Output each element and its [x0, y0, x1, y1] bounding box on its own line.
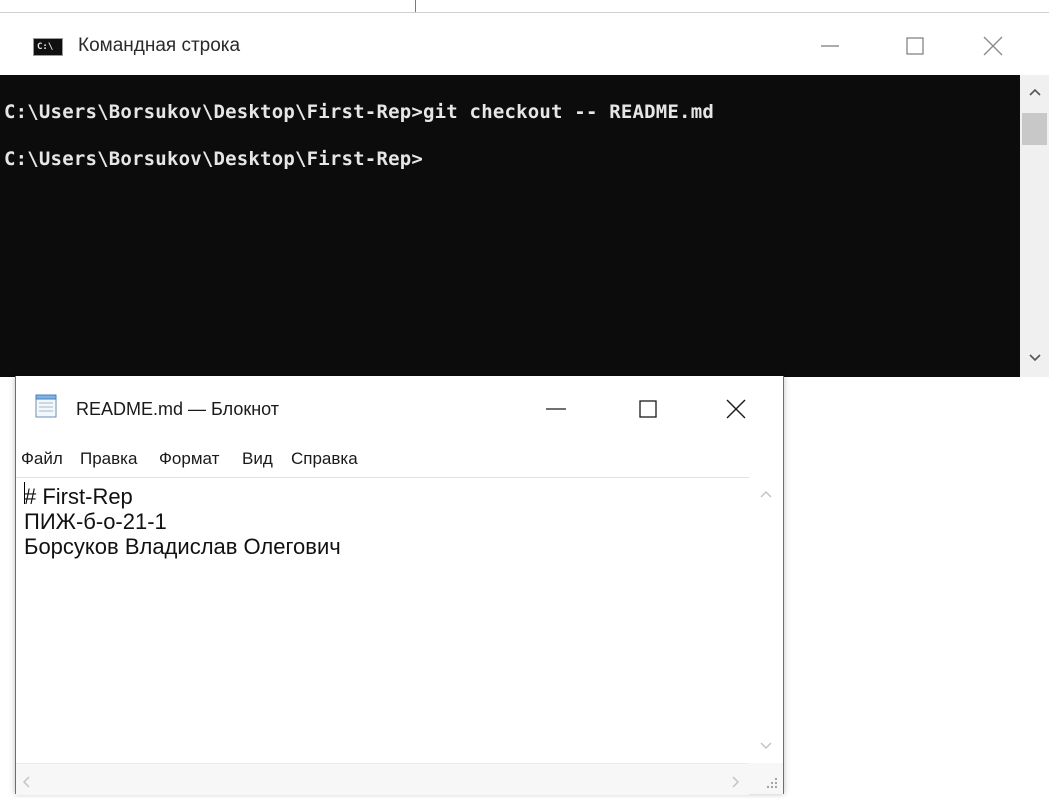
chevron-down-icon [1028, 354, 1041, 362]
chevron-down-icon [759, 742, 772, 750]
cmd-scroll-up-button[interactable] [1020, 81, 1049, 103]
chevron-left-icon [22, 776, 30, 788]
menu-file[interactable]: Файл [21, 448, 63, 470]
cmd-scroll-thumb[interactable] [1022, 113, 1047, 145]
notepad-resize-grip[interactable] [749, 763, 783, 794]
command-prompt-icon: C:\ [33, 38, 63, 56]
close-icon [726, 399, 746, 419]
cmd-close-button[interactable] [963, 23, 1023, 69]
console-line-command: C:\Users\Borsukov\Desktop\First-Rep>git … [4, 101, 714, 123]
cmd-minimize-button[interactable] [800, 23, 860, 69]
notepad-scroll-up-button[interactable] [751, 483, 780, 505]
console-line-prompt: C:\Users\Borsukov\Desktop\First-Rep> [4, 148, 424, 170]
notepad-scroll-left-button[interactable] [22, 773, 30, 792]
menu-format[interactable]: Формат [159, 448, 219, 470]
notepad-window: README.md — Блокнот Файл Правка Формат В… [15, 376, 784, 795]
command-prompt-window: C:\ Командная строка C:\Users\Borsukov\D… [0, 12, 1049, 377]
resize-grip-icon [766, 777, 778, 789]
notepad-minimize-button[interactable] [526, 386, 586, 432]
background-divider [415, 0, 416, 12]
close-icon [983, 36, 1003, 56]
menu-help[interactable]: Справка [291, 448, 358, 470]
notepad-horizontal-scrollbar[interactable] [16, 763, 749, 795]
notepad-text-area[interactable]: # First-Rep ПИЖ-б-о-21-1 Борсуков Владис… [16, 477, 749, 764]
cmd-scroll-down-button[interactable] [1020, 347, 1049, 369]
console-output[interactable]: C:\Users\Borsukov\Desktop\First-Rep>git … [0, 75, 1020, 377]
chevron-up-icon [1028, 88, 1041, 96]
cmd-window-title: Командная строка [78, 35, 241, 56]
cmd-title-bar[interactable]: C:\ Командная строка [0, 13, 1049, 75]
notepad-content: # First-Rep ПИЖ-б-о-21-1 Борсуков Владис… [24, 484, 341, 559]
menu-view[interactable]: Вид [242, 448, 273, 470]
chevron-right-icon [732, 776, 740, 788]
notepad-maximize-button[interactable] [618, 386, 678, 432]
maximize-icon [639, 400, 657, 418]
notepad-title-bar[interactable]: README.md — Блокнот [16, 376, 783, 438]
notepad-menu-bar: Файл Правка Формат Вид Справка [16, 444, 783, 474]
notepad-window-title: README.md — Блокнот [76, 399, 280, 419]
minimize-icon [821, 45, 839, 47]
notepad-close-button[interactable] [706, 386, 766, 432]
notepad-scroll-right-button[interactable] [732, 773, 740, 792]
chevron-up-icon [759, 490, 772, 498]
menu-edit[interactable]: Правка [80, 448, 137, 470]
notepad-vertical-scrollbar[interactable] [749, 477, 783, 763]
cmd-maximize-button[interactable] [885, 23, 945, 69]
minimize-icon [546, 408, 566, 410]
notepad-scroll-down-button[interactable] [751, 735, 780, 757]
cmd-vertical-scrollbar[interactable] [1020, 75, 1049, 377]
maximize-icon [906, 37, 924, 55]
notepad-icon [35, 394, 57, 418]
